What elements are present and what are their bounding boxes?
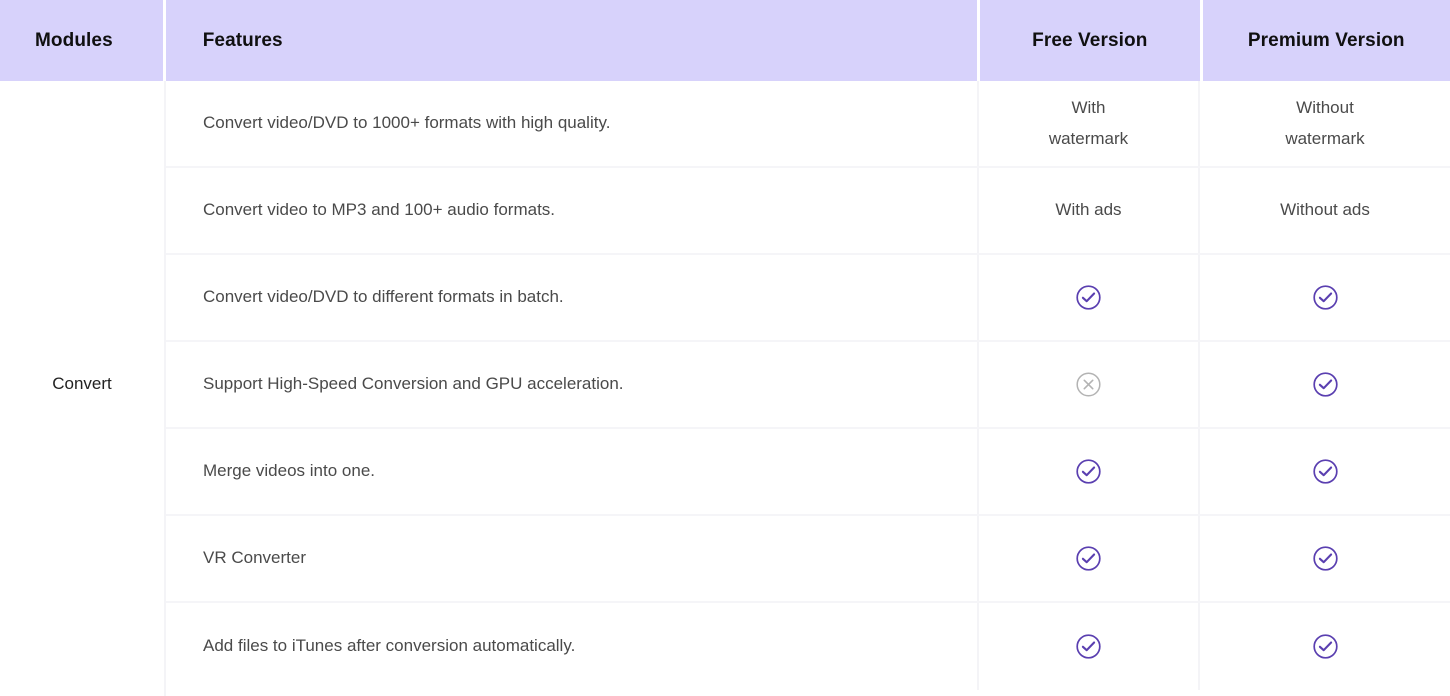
modules-column: Convert xyxy=(0,81,166,696)
table-row: Merge videos into one. xyxy=(166,429,1450,516)
free-version-value xyxy=(979,429,1200,514)
table-row: Convert video/DVD to 1000+ formats with … xyxy=(166,81,1450,168)
premium-version-value xyxy=(1200,342,1450,427)
table-row: Add files to iTunes after conversion aut… xyxy=(166,603,1450,690)
feature-description: VR Converter xyxy=(166,516,979,601)
free-version-value xyxy=(979,255,1200,340)
column-header-modules: Modules xyxy=(0,0,163,81)
table-row: Convert video/DVD to different formats i… xyxy=(166,255,1450,342)
premium-version-value xyxy=(1200,603,1450,690)
table-body: Convert Convert video/DVD to 1000+ forma… xyxy=(0,81,1450,696)
free-version-value: With ads xyxy=(979,168,1200,253)
feature-description: Convert video to MP3 and 100+ audio form… xyxy=(166,168,979,253)
cell-value-line: With ads xyxy=(1055,195,1121,226)
check-circle-icon xyxy=(1075,545,1102,572)
feature-description: Support High-Speed Conversion and GPU ac… xyxy=(166,342,979,427)
feature-description: Convert video/DVD to different formats i… xyxy=(166,255,979,340)
cell-value-text: With ads xyxy=(1055,195,1121,226)
check-circle-icon xyxy=(1075,284,1102,311)
feature-description: Convert video/DVD to 1000+ formats with … xyxy=(166,81,979,166)
cell-value-line: watermark xyxy=(1049,124,1128,155)
column-header-features: Features xyxy=(166,0,977,81)
module-label-convert: Convert xyxy=(52,374,112,404)
cell-value-text: Withwatermark xyxy=(1049,93,1128,155)
cross-circle-icon xyxy=(1075,371,1102,398)
table-header-row: Modules Features Free Version Premium Ve… xyxy=(0,0,1450,81)
cell-value-line: watermark xyxy=(1285,124,1364,155)
column-header-premium-version: Premium Version xyxy=(1203,0,1450,81)
cell-value-line: Without xyxy=(1285,93,1364,124)
cell-value-line: With xyxy=(1049,93,1128,124)
check-circle-icon xyxy=(1075,458,1102,485)
feature-description: Add files to iTunes after conversion aut… xyxy=(166,603,979,690)
premium-version-value: Withoutwatermark xyxy=(1200,81,1450,166)
feature-comparison-table: Modules Features Free Version Premium Ve… xyxy=(0,0,1450,696)
feature-rows-container: Convert video/DVD to 1000+ formats with … xyxy=(166,81,1450,696)
cell-value-text: Without ads xyxy=(1280,195,1370,226)
feature-description: Merge videos into one. xyxy=(166,429,979,514)
premium-version-value: Without ads xyxy=(1200,168,1450,253)
premium-version-value xyxy=(1200,255,1450,340)
table-row: Convert video to MP3 and 100+ audio form… xyxy=(166,168,1450,255)
free-version-value: Withwatermark xyxy=(979,81,1200,166)
cell-value-line: Without ads xyxy=(1280,195,1370,226)
check-circle-icon xyxy=(1312,545,1339,572)
free-version-value xyxy=(979,603,1200,690)
cell-value-text: Withoutwatermark xyxy=(1285,93,1364,155)
table-row: Support High-Speed Conversion and GPU ac… xyxy=(166,342,1450,429)
check-circle-icon xyxy=(1312,371,1339,398)
column-header-free-version: Free Version xyxy=(980,0,1200,81)
check-circle-icon xyxy=(1312,633,1339,660)
premium-version-value xyxy=(1200,429,1450,514)
check-circle-icon xyxy=(1312,284,1339,311)
table-row: VR Converter xyxy=(166,516,1450,603)
check-circle-icon xyxy=(1075,633,1102,660)
check-circle-icon xyxy=(1312,458,1339,485)
premium-version-value xyxy=(1200,516,1450,601)
free-version-value xyxy=(979,342,1200,427)
free-version-value xyxy=(979,516,1200,601)
